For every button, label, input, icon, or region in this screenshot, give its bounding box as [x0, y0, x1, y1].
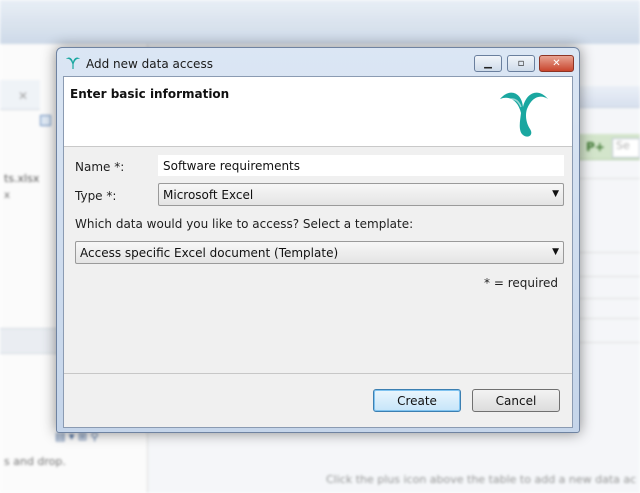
background-table-row	[578, 252, 640, 253]
background-table-row	[578, 318, 640, 319]
type-select[interactable]: Microsoft Excel ▼	[158, 183, 564, 206]
maximize-icon: ▫	[517, 58, 525, 69]
close-icon[interactable]: ✕	[18, 89, 28, 103]
app-logo-icon	[66, 57, 80, 69]
cancel-button[interactable]: Cancel	[472, 389, 560, 412]
dropdown-arrow-icon: ▼	[552, 247, 559, 257]
background-hint-text: Click the plus icon above the table to a…	[326, 473, 637, 486]
background-drag-text: s and drop.	[4, 455, 66, 468]
dialog-client-area: Enter basic information Name *: Type *: …	[63, 76, 573, 428]
template-select-value: Access specific Excel document (Template…	[80, 246, 339, 260]
minimize-icon[interactable]	[40, 115, 51, 126]
template-prompt-label: Which data would you like to access? Sel…	[75, 217, 414, 231]
minimize-icon: ▁	[484, 58, 492, 69]
brand-logo-icon	[500, 92, 548, 137]
dialog-header: Enter basic information	[64, 77, 572, 147]
background-right-tabbar	[578, 86, 640, 108]
form-area: Name *: Type *: Microsoft Excel ▼ Which …	[64, 147, 572, 373]
dialog-title: Add new data access	[86, 57, 213, 71]
footer-divider	[64, 373, 572, 374]
name-input[interactable]	[158, 155, 564, 176]
name-label: Name *:	[75, 160, 125, 174]
dialog-titlebar[interactable]: Add new data access ▁ ▫ ✕	[57, 48, 579, 76]
type-select-value: Microsoft Excel	[163, 188, 254, 202]
create-button[interactable]: Create	[373, 389, 461, 412]
background-search-input[interactable]: Se	[612, 138, 640, 158]
background-toolbar	[0, 0, 640, 44]
header-title: Enter basic information	[70, 87, 230, 101]
close-button[interactable]: ✕	[539, 55, 574, 72]
background-table-row	[578, 298, 640, 299]
background-table-row	[578, 276, 640, 277]
add-data-access-icon[interactable]: P+	[586, 140, 605, 154]
maximize-button[interactable]: ▫	[507, 55, 535, 72]
background-table-row	[578, 178, 640, 179]
type-label: Type *:	[75, 189, 117, 203]
required-note: * = required	[484, 276, 558, 290]
dropdown-arrow-icon: ▼	[552, 189, 559, 199]
background-file-sub: x	[4, 190, 10, 201]
background-table-row	[578, 342, 640, 343]
minimize-button[interactable]: ▁	[474, 55, 502, 72]
background-file-label: ts.xlsx	[4, 172, 40, 185]
template-select[interactable]: Access specific Excel document (Template…	[75, 241, 564, 264]
close-icon: ✕	[552, 58, 561, 69]
add-data-access-dialog: Add new data access ▁ ▫ ✕ Enter basic in…	[56, 47, 580, 433]
